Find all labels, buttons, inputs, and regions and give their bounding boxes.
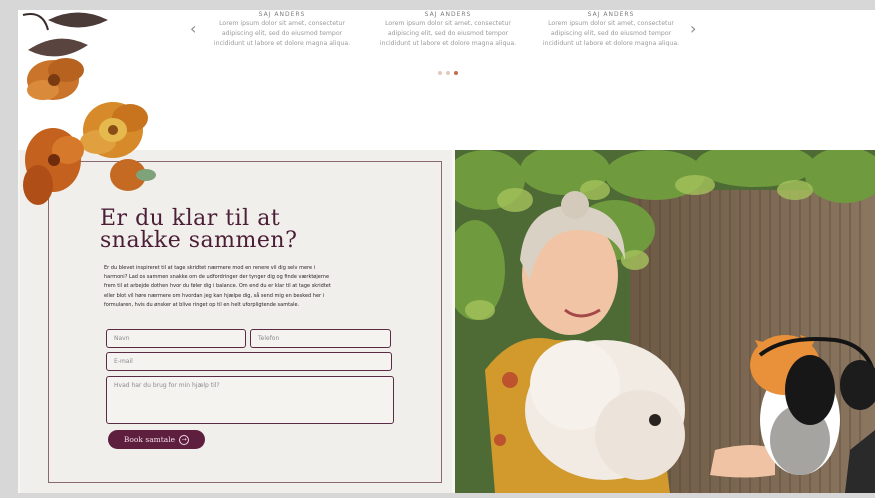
description-line: harmoni? Lad os sammen snakke om de udfo… — [104, 274, 330, 281]
flower-decoration — [22, 12, 156, 205]
arrow-right-circle-icon: → — [179, 434, 190, 445]
description-line: Er du blevet inspireret til at tage skri… — [104, 265, 316, 271]
testimonial-text: adipiscing elit, sed do eiusmod tempor — [550, 30, 672, 37]
chevron-left-icon[interactable]: ‹ — [190, 19, 196, 38]
testimonial-author: SAJ ANDERS — [258, 11, 306, 18]
testimonial-text: incididunt ut labore et dolore magna ali… — [542, 40, 680, 47]
contact-description: Er du blevet inspireret til at tage skri… — [104, 264, 396, 310]
name-field[interactable]: Navn — [106, 329, 246, 348]
testimonial-text: Lorem ipsum dolor sit amet, consectetur — [548, 20, 674, 27]
photo-woman-with-dog-and-cat — [445, 143, 875, 493]
carousel-dot[interactable] — [446, 71, 450, 75]
testimonial-item: SAJ ANDERS Lorem ipsum dolor sit amet, c… — [207, 10, 357, 49]
testimonial-text: Lorem ipsum dolor sit amet, consectetur — [219, 20, 345, 27]
email-field[interactable]: E-mail — [106, 352, 392, 371]
headline-line: snakke sammen? — [100, 228, 298, 253]
testimonial-text: adipiscing elit, sed do eiusmod tempor — [387, 30, 509, 37]
testimonial-author: SAJ ANDERS — [424, 11, 472, 18]
message-textarea[interactable]: Hvad har du brug for min hjælp til? — [106, 376, 394, 424]
page: ‹ SAJ ANDERS Lorem ipsum dolor sit amet,… — [18, 10, 875, 493]
testimonial-author: SAJ ANDERS — [587, 11, 635, 18]
chevron-right-icon[interactable]: › — [690, 19, 696, 38]
description-line: eller blot vil høre nærmere om hvordan j… — [104, 292, 325, 299]
carousel-dots — [438, 71, 458, 75]
testimonial-item: SAJ ANDERS Lorem ipsum dolor sit amet, c… — [536, 10, 686, 49]
testimonial-text: Lorem ipsum dolor sit amet, consectetur — [385, 20, 511, 27]
phone-field[interactable]: Telefon — [250, 329, 391, 348]
photo-woman-with-dog-and-cat — [445, 143, 875, 493]
description-line: formularen, hvis du ønsker at blive ring… — [104, 301, 300, 308]
book-call-button-label: Book samtale — [123, 435, 176, 444]
testimonial-item: SAJ ANDERS Lorem ipsum dolor sit amet, c… — [373, 10, 523, 49]
testimonial-text: incididunt ut labore et dolore magna ali… — [213, 40, 351, 47]
testimonial-text: adipiscing elit, sed do eiusmod tempor — [221, 30, 343, 37]
carousel-dot-active[interactable] — [454, 71, 458, 75]
book-call-button[interactable]: Book samtale → — [108, 430, 205, 449]
testimonial-text: incididunt ut labore et dolore magna ali… — [379, 40, 517, 47]
description-line: frem til at arbejde dothen hvor du føler… — [104, 283, 331, 290]
carousel-dot[interactable] — [438, 71, 442, 75]
